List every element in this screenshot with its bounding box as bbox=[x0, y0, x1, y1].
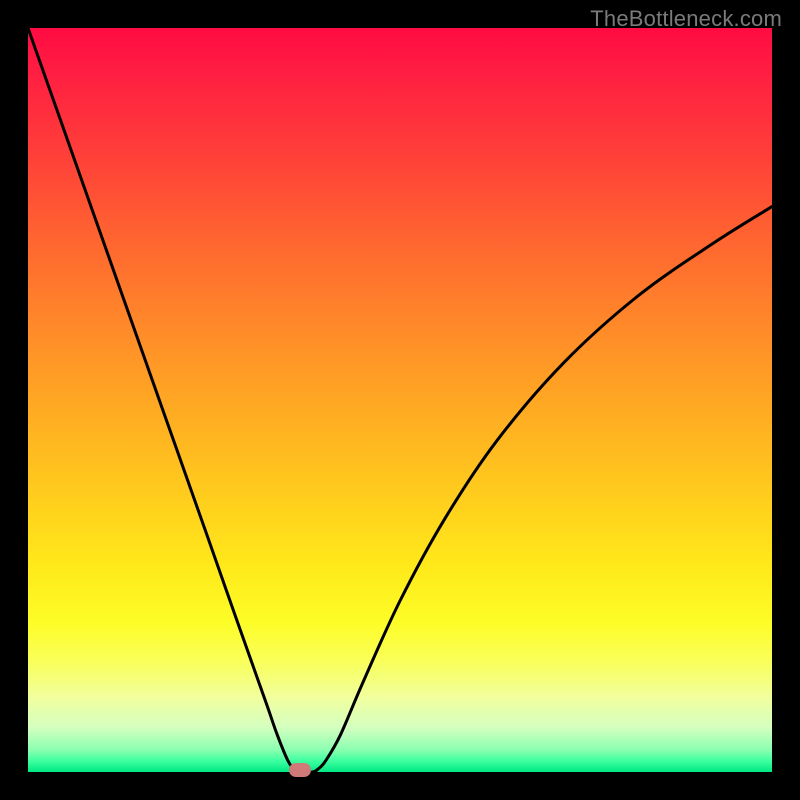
chart-plot-area bbox=[28, 28, 772, 772]
bottleneck-curve bbox=[28, 28, 772, 772]
optimum-marker bbox=[289, 763, 311, 777]
